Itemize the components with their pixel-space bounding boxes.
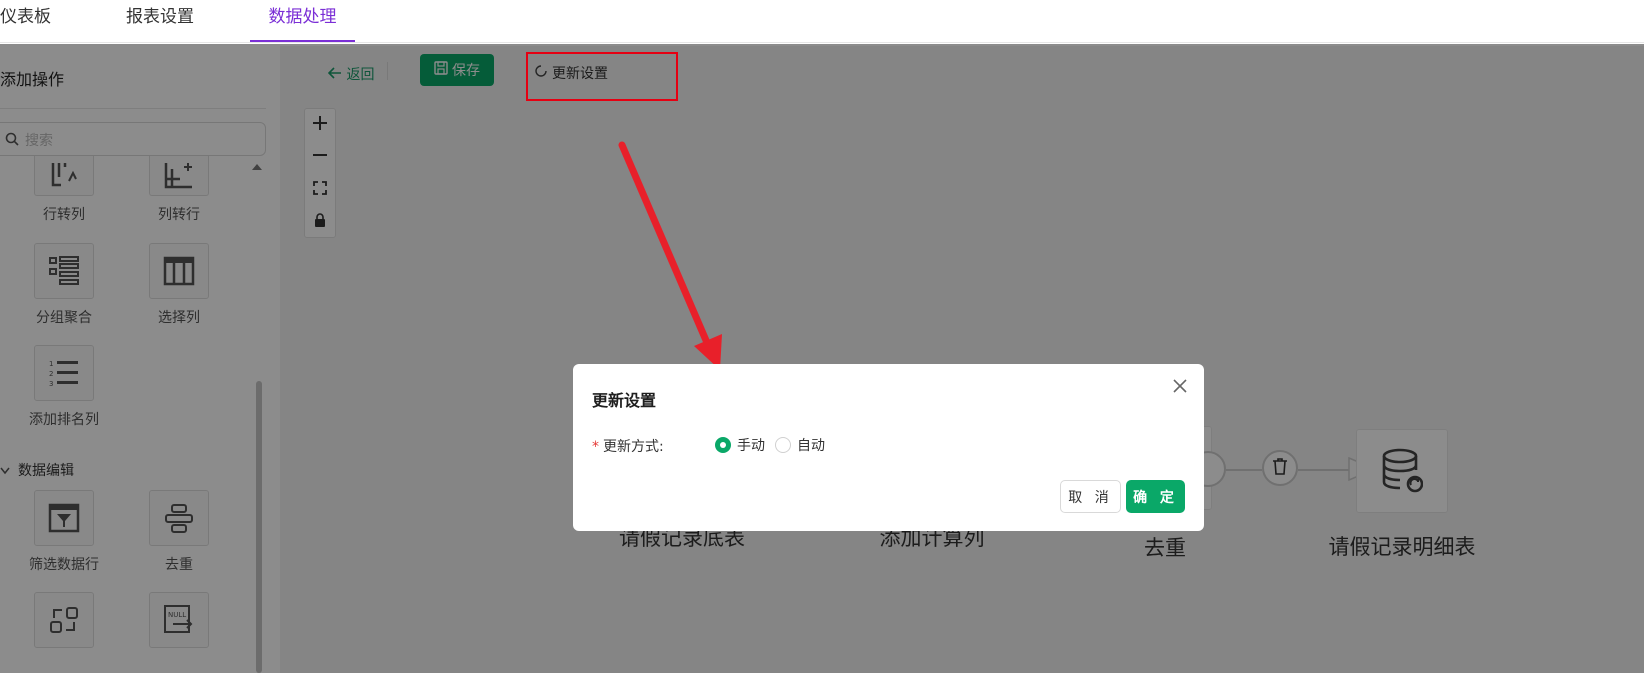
field-label: 更新方式:: [603, 439, 664, 455]
annotation-highlight-box: [526, 52, 678, 101]
modal-overlay[interactable]: [0, 44, 1644, 673]
confirm-button[interactable]: 确 定: [1126, 480, 1185, 513]
radio-unchecked-icon: [775, 437, 791, 453]
close-button[interactable]: [1172, 378, 1188, 398]
dialog-title: 更新设置: [592, 391, 657, 410]
update-mode-label: * 更新方式:: [592, 436, 664, 456]
radio-checked-icon: [715, 437, 731, 453]
required-marker: *: [592, 439, 599, 455]
tab-report-settings[interactable]: 报表设置: [126, 0, 206, 42]
close-icon: [1172, 379, 1188, 398]
cancel-button[interactable]: 取 消: [1060, 480, 1121, 513]
radio-manual[interactable]: 手动: [715, 435, 765, 455]
update-settings-dialog: 更新设置 * 更新方式: 手动 自动 取 消 确 定: [573, 364, 1204, 531]
top-tab-bar: 仪表板 报表设置 数据处理: [0, 0, 1644, 43]
tab-data-processing[interactable]: 数据处理: [250, 0, 355, 42]
radio-auto[interactable]: 自动: [775, 435, 825, 455]
radio-label: 自动: [797, 438, 825, 454]
radio-label: 手动: [737, 438, 765, 454]
tab-dashboard[interactable]: 仪表板: [0, 0, 60, 42]
